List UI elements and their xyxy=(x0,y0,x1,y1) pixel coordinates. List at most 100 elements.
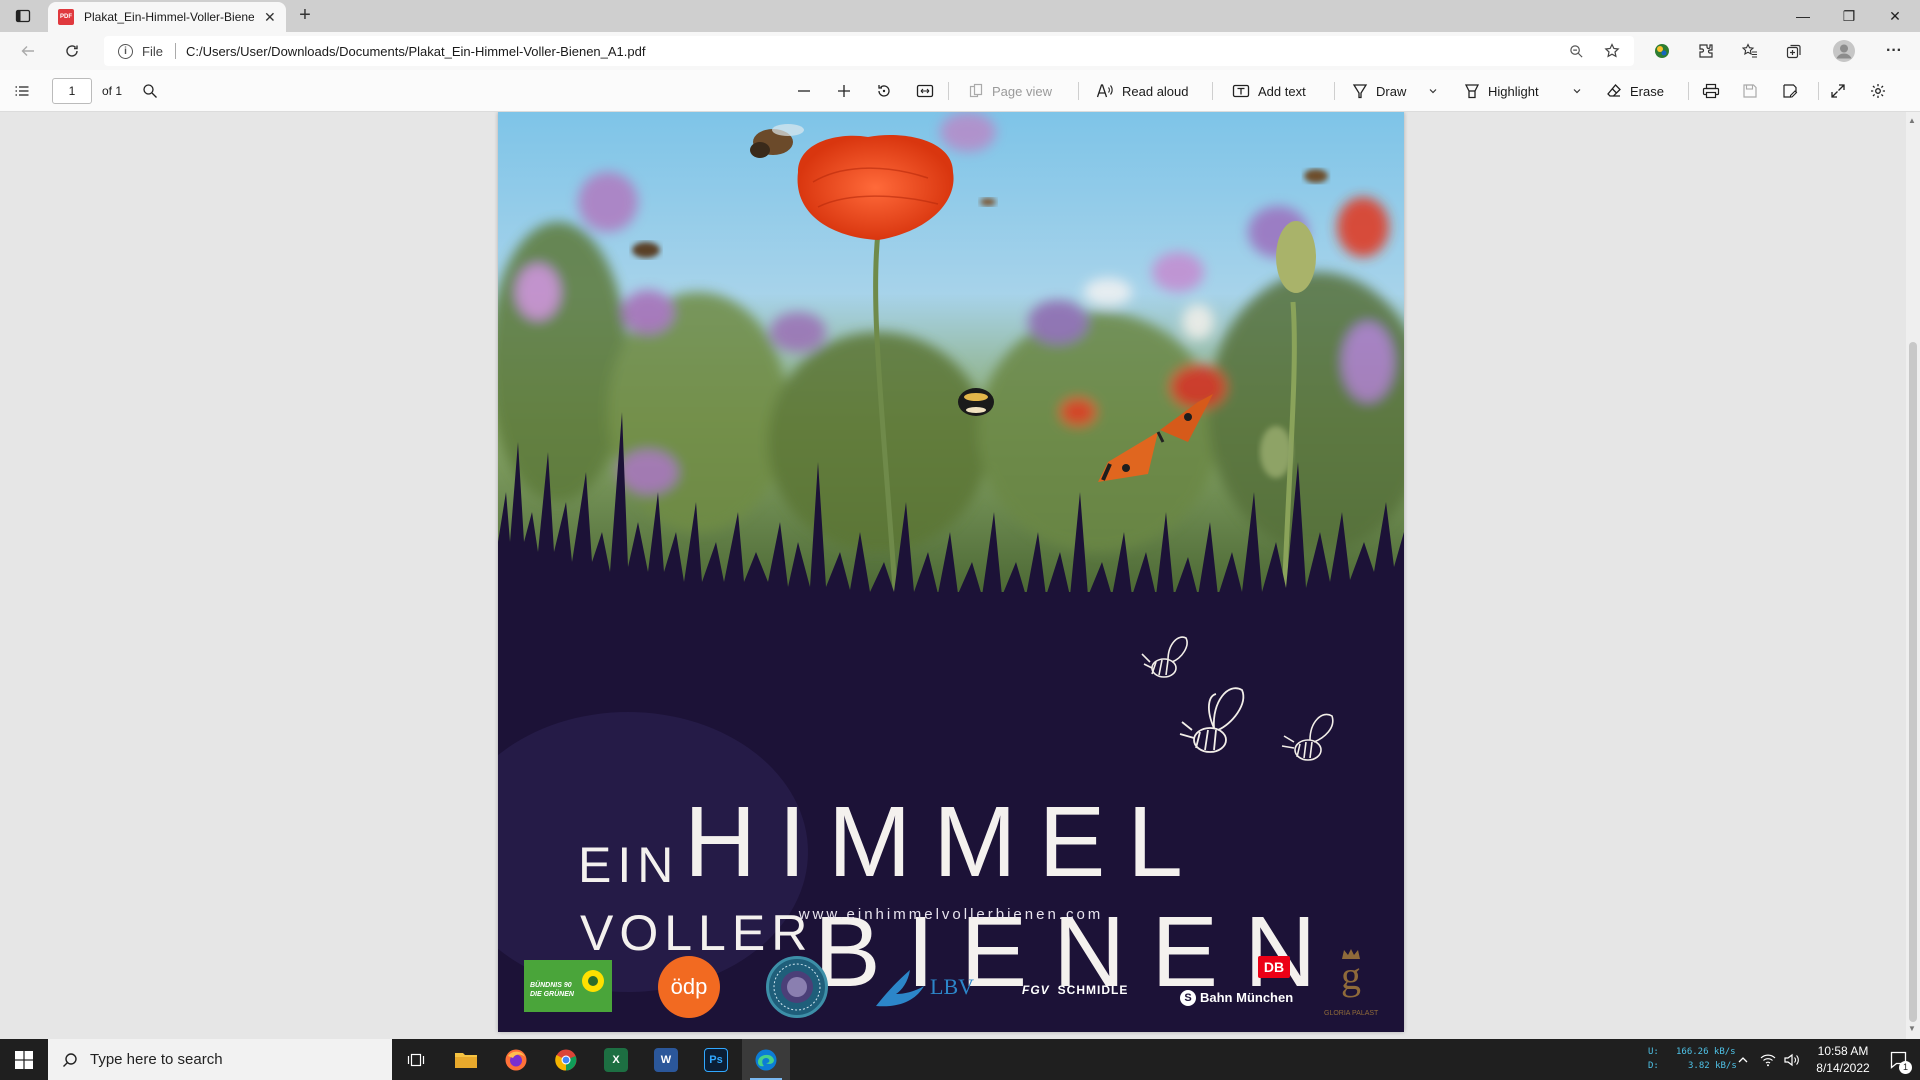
taskbar-firefox[interactable] xyxy=(492,1039,540,1080)
extensions-icon[interactable] xyxy=(1692,37,1720,65)
toolbar-divider xyxy=(1078,82,1079,100)
new-tab-button[interactable]: + xyxy=(294,5,316,27)
page-view-label: Page view xyxy=(992,83,1052,99)
taskbar-excel[interactable]: X xyxy=(592,1039,640,1080)
action-center-button[interactable]: 1 xyxy=(1880,1039,1920,1080)
taskbar-chrome[interactable] xyxy=(542,1039,590,1080)
scroll-down-icon[interactable]: ▼ xyxy=(1908,1024,1916,1033)
meadow-photo xyxy=(498,112,1404,632)
net-download-label: D: xyxy=(1648,1061,1659,1071)
clock-time[interactable]: 10:58 AM xyxy=(1806,1044,1880,1058)
taskbar-file-explorer[interactable] xyxy=(442,1039,490,1080)
pdf-viewer[interactable]: EIN HIMMEL VOLLER BIENEN www.einhimmelvo… xyxy=(0,112,1920,1039)
bee-icon xyxy=(1179,687,1245,753)
profile-avatar[interactable] xyxy=(1830,37,1858,65)
pdf-settings-button[interactable] xyxy=(1870,79,1886,103)
start-button[interactable] xyxy=(0,1039,48,1080)
poster-website: www.einhimmelvollerbienen.com xyxy=(798,906,1104,923)
draw-options-dropdown[interactable] xyxy=(1428,79,1438,103)
chevron-up-icon xyxy=(1738,1056,1748,1062)
url-text[interactable]: C:/Users/User/Downloads/Documents/Plakat… xyxy=(186,44,646,59)
add-text-label: Add text xyxy=(1258,83,1306,99)
find-button[interactable] xyxy=(142,79,158,103)
page-view-button[interactable]: Page view xyxy=(968,79,1052,103)
photoshop-icon: Ps xyxy=(704,1047,728,1072)
task-view-button[interactable] xyxy=(392,1039,440,1080)
favorites-icon[interactable] xyxy=(1736,37,1764,65)
expand-icon xyxy=(1831,84,1845,98)
firefox-icon xyxy=(505,1049,527,1070)
minus-icon xyxy=(798,90,810,92)
refresh-icon xyxy=(66,45,78,57)
highlight-options-dropdown[interactable] xyxy=(1572,79,1582,103)
taskbar-photoshop[interactable]: Ps xyxy=(692,1039,740,1080)
draw-button[interactable]: Draw xyxy=(1352,79,1406,103)
fit-to-width-button[interactable] xyxy=(916,79,934,103)
net-upload-value: 166.26 kB/s xyxy=(1676,1047,1736,1057)
full-screen-button[interactable] xyxy=(1830,79,1846,103)
add-text-button[interactable]: Add text xyxy=(1232,79,1306,103)
db-logo: DB xyxy=(1258,956,1290,978)
sunflower-icon xyxy=(582,970,604,992)
read-aloud-label: Read aloud xyxy=(1122,83,1189,99)
draw-label: Draw xyxy=(1376,83,1407,99)
scrollbar-thumb[interactable] xyxy=(1909,342,1917,1022)
page-number-input[interactable]: 1 xyxy=(52,78,92,104)
erase-label: Erase xyxy=(1630,83,1664,99)
browser-tab[interactable]: PDF Plakat_Ein-Himmel-Voller-Bienen_A1.p… xyxy=(48,2,286,32)
print-icon xyxy=(1702,83,1720,99)
close-window-button[interactable]: ✕ xyxy=(1872,0,1918,32)
scroll-up-icon[interactable]: ▲ xyxy=(1908,116,1916,125)
page-view-icon xyxy=(969,83,983,98)
settings-menu-button[interactable]: ··· xyxy=(1880,37,1908,65)
address-row: i File C:/Users/User/Downloads/Documents… xyxy=(0,32,1920,70)
zoom-in-button[interactable] xyxy=(836,79,852,103)
lbv-logo: LBV xyxy=(874,966,984,1012)
address-bar[interactable]: i File C:/Users/User/Downloads/Documents… xyxy=(104,36,1634,66)
taskbar-word[interactable]: W xyxy=(642,1039,690,1080)
bee-icon xyxy=(1141,636,1188,678)
table-of-contents-button[interactable] xyxy=(14,79,30,103)
taskbar-search-box[interactable]: Type here to search xyxy=(48,1039,392,1080)
highlighter-icon xyxy=(1464,84,1480,99)
info-icon[interactable]: i xyxy=(118,43,133,59)
volume-tray[interactable] xyxy=(1780,1039,1804,1080)
gruene-line2: DIE GRÜNEN xyxy=(530,991,574,998)
show-hidden-icons[interactable] xyxy=(1730,1039,1756,1080)
tab-close-icon[interactable]: ✕ xyxy=(264,9,276,26)
toolbar-divider xyxy=(1818,82,1819,100)
network-tray[interactable] xyxy=(1756,1039,1780,1080)
refresh-button[interactable] xyxy=(58,37,86,65)
extension-color-icon[interactable] xyxy=(1648,37,1676,65)
windows-logo-icon xyxy=(15,1050,33,1069)
add-favorite-icon[interactable] xyxy=(1600,39,1624,63)
minimize-button[interactable]: — xyxy=(1780,0,1826,32)
restore-button[interactable]: ❐ xyxy=(1826,0,1872,32)
clock-date[interactable]: 8/14/2022 xyxy=(1806,1061,1880,1075)
sponsor-logos: BÜNDNIS 90 DIE GRÜNEN ödp LBV FGV SCHMID xyxy=(498,948,1404,1032)
task-view-icon xyxy=(407,1053,425,1066)
highlight-button[interactable]: Highlight xyxy=(1464,79,1539,103)
chrome-icon xyxy=(555,1049,577,1071)
zoom-icon[interactable] xyxy=(1564,39,1588,63)
bee-icon xyxy=(1281,713,1334,761)
bee-illustrations xyxy=(1141,636,1334,761)
back-button[interactable] xyxy=(14,37,42,65)
save-button[interactable] xyxy=(1742,79,1758,103)
toolbar-divider xyxy=(1334,82,1335,100)
tab-actions-button[interactable] xyxy=(8,4,38,28)
erase-button[interactable]: Erase xyxy=(1606,79,1664,103)
zoom-out-button[interactable] xyxy=(796,79,812,103)
read-aloud-button[interactable]: Read aloud xyxy=(1096,79,1189,103)
taskbar-edge[interactable] xyxy=(742,1039,790,1080)
draw-pen-icon xyxy=(1352,84,1368,99)
collections-icon[interactable] xyxy=(1780,37,1808,65)
vertical-scrollbar[interactable]: ▲ ▼ xyxy=(1906,112,1920,1039)
lbv-text: LBV xyxy=(930,974,974,999)
excel-icon: X xyxy=(604,1047,628,1072)
rotate-button[interactable] xyxy=(876,79,892,103)
search-icon xyxy=(143,84,157,98)
back-arrow-icon xyxy=(21,46,34,56)
save-as-button[interactable] xyxy=(1782,79,1798,103)
print-button[interactable] xyxy=(1702,79,1720,103)
